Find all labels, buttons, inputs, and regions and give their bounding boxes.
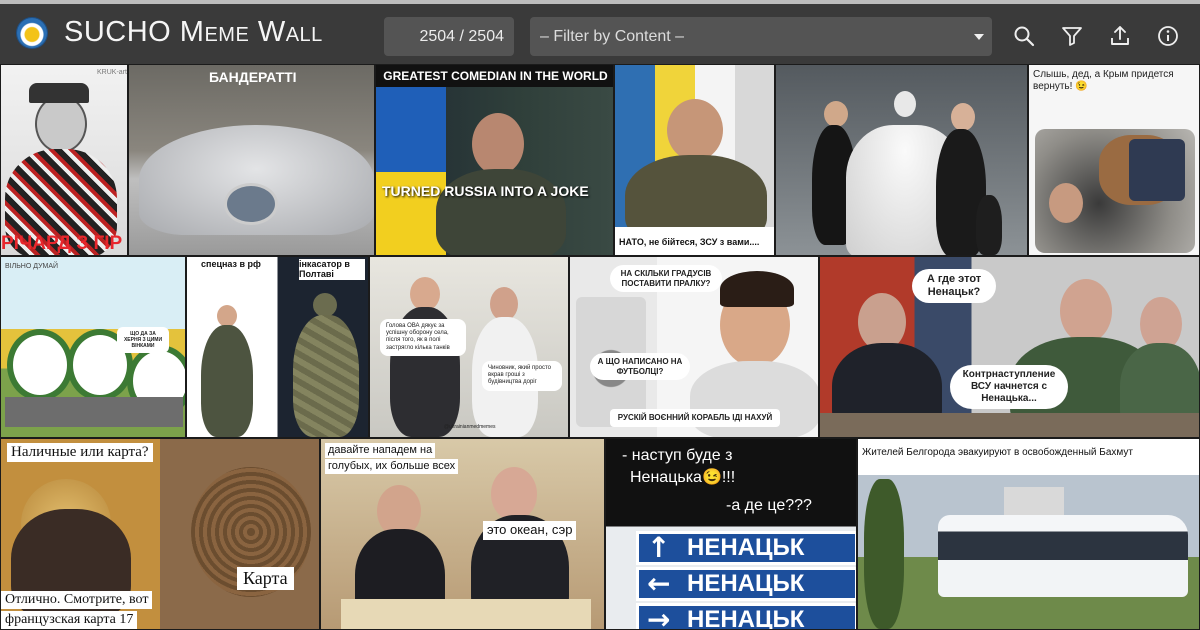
meme-tile[interactable]: Наличные или карта? Карта Отлично. Смотр… xyxy=(0,438,320,630)
meme-tile[interactable] xyxy=(775,64,1028,256)
meme-caption-right: інкасатор в Полтаві xyxy=(299,259,365,280)
filter-icon[interactable] xyxy=(1060,24,1084,48)
meme-caption: Слышь, дед, а Крым придется вернуть! 😉 xyxy=(1033,69,1174,92)
app-title: SUCHO Meme Wall xyxy=(64,16,323,48)
road-sign-text: НЕНАЦЬК xyxy=(687,534,805,561)
meme-caption-left: спецназ в рф xyxy=(201,259,261,269)
meme-tile[interactable]: НАТО, не бійтеся, ЗСУ з вами.... xyxy=(614,64,775,256)
meme-bubble: РУСКІЙ ВОЄННИЙ КОРАБЛЬ ІДІ НАХУЙ xyxy=(610,409,780,427)
meme-figure xyxy=(1049,183,1083,223)
content-filter-value: – Filter by Content – xyxy=(540,28,685,45)
meme-counter[interactable]: 2504 / 2504 xyxy=(384,17,514,56)
meme-tag: ВІЛЬНО ДУМАЙ xyxy=(5,263,59,270)
share-icon[interactable] xyxy=(1108,24,1132,48)
meme-caption-top: давайте нападем на xyxy=(325,443,436,458)
meme-figure xyxy=(951,103,975,131)
trident-emblem-icon xyxy=(224,183,278,225)
meme-figure xyxy=(894,91,916,117)
meme-tile[interactable]: спецназ в рф інкасатор в Полтаві xyxy=(186,256,369,438)
meme-figure xyxy=(293,315,359,437)
road-sign: → НЕНАЦЬК xyxy=(636,603,856,630)
arrow-up-icon: ↑ xyxy=(647,531,671,564)
meme-figure xyxy=(410,277,440,311)
meme-caption: - наступ буде з xyxy=(622,447,733,464)
meme-caption-bottom: французская карта 17 xyxy=(1,611,138,629)
meme-watermark: KRUK-art xyxy=(97,69,127,76)
meme-caption: -а де це??? xyxy=(726,497,812,514)
top-bar: SUCHO Meme Wall 2504 / 2504 – Filter by … xyxy=(0,0,1200,64)
meme-caption: Ненацька😉!!! xyxy=(630,469,736,486)
meme-graves xyxy=(5,397,183,427)
road-sign: ← НЕНАЦЬК xyxy=(636,567,856,601)
meme-bubble: НА СКІЛЬКИ ГРАДУСІВ ПОСТАВИТИ ПРАЛКУ? xyxy=(610,265,722,293)
content-filter-select[interactable]: – Filter by Content – xyxy=(530,17,992,56)
meme-bubble: А где этот Ненацьк? xyxy=(912,269,996,304)
meme-tile[interactable]: ВІЛЬНО ДУМАЙ ЩО ДА ЗА ХЕРНЯ З ЦИМИ ВІНКА… xyxy=(0,256,186,438)
meme-tile[interactable]: Слышь, дед, а Крым придется вернуть! 😉 xyxy=(1028,64,1200,256)
road-sign-text: НЕНАЦЬК xyxy=(687,570,805,597)
meme-bubble: Контрнаступление ВСУ начнется с Ненацька… xyxy=(950,365,1068,409)
meme-bus xyxy=(938,515,1188,597)
meme-caption: БАНДЕРАТТІ xyxy=(209,69,297,85)
meme-tile[interactable]: - наступ буде з Ненацька😉!!! -а де це???… xyxy=(605,438,857,630)
meme-caption-bottom: Отлично. Смотрите, вот xyxy=(1,591,153,610)
meme-figure xyxy=(976,195,1002,255)
meme-table xyxy=(820,413,1199,437)
meme-caption-right: это океан, сэр xyxy=(483,521,577,540)
meme-caption-top: GREATEST COMEDIAN IN THE WORLD xyxy=(376,65,613,87)
meme-caption-bottom: TURNED RUSSIA INTO A JOKE xyxy=(382,183,589,199)
info-icon[interactable] xyxy=(1156,24,1180,48)
sucho-logo-icon[interactable] xyxy=(17,18,47,48)
meme-bubble: Чиновник, який просто вкрав гроші з буді… xyxy=(482,361,562,391)
meme-figure xyxy=(313,293,337,317)
meme-tile[interactable]: А где этот Ненацьк? Контрнаступление ВСУ… xyxy=(819,256,1200,438)
arrow-left-icon: ← xyxy=(647,567,671,600)
meme-tile[interactable]: Голова ОВА дякує за успішну оборону села… xyxy=(369,256,569,438)
meme-bubble: А ЩО НАПИСАНО НА ФУТБОЛЦІ? xyxy=(590,353,690,381)
meme-figure xyxy=(29,83,89,103)
meme-figure xyxy=(1060,279,1112,343)
meme-watermark: @ukrainianmedmemes xyxy=(444,424,496,430)
arrow-right-icon: → xyxy=(647,603,671,630)
meme-tile[interactable]: GREATEST COMEDIAN IN THE WORLD TURNED RU… xyxy=(375,64,614,256)
road-sign-text: НЕНАЦЬК xyxy=(687,606,805,630)
meme-wreath xyxy=(7,329,73,401)
meme-map xyxy=(341,599,591,629)
meme-bubble: ЩО ДА ЗА ХЕРНЯ З ЦИМИ ВІНКАМИ xyxy=(117,327,169,353)
meme-figure xyxy=(491,467,537,521)
meme-caption: НАТО, не бійтеся, ЗСУ з вами.... xyxy=(615,227,774,255)
meme-bubble: Голова ОВА дякує за успішну оборону села… xyxy=(380,319,466,356)
meme-tile[interactable]: Жителей Белгорода эвакуируют в освобожде… xyxy=(857,438,1200,630)
meme-figure xyxy=(217,305,237,327)
meme-caption-top: голубых, их больше всех xyxy=(325,459,459,474)
meme-figure xyxy=(824,101,848,127)
meme-hair xyxy=(720,271,794,307)
search-icon[interactable] xyxy=(1012,24,1036,48)
meme-caption-middle: Карта xyxy=(237,567,294,590)
meme-figure xyxy=(201,325,253,437)
chevron-down-icon xyxy=(974,34,984,40)
meme-figure xyxy=(472,113,524,175)
meme-tree xyxy=(864,479,904,629)
meme-figure xyxy=(667,99,723,161)
meme-tile[interactable]: давайте нападем на голубых, их больше вс… xyxy=(320,438,605,630)
meme-tile[interactable]: НА СКІЛЬКИ ГРАДУСІВ ПОСТАВИТИ ПРАЛКУ? А … xyxy=(569,256,819,438)
meme-figure xyxy=(490,287,518,321)
meme-wall: РІЧАРД З ГІР KRUK-art БАНДЕРАТТІ GREATES… xyxy=(0,64,1200,630)
meme-tile[interactable]: РІЧАРД З ГІР KRUK-art xyxy=(0,64,128,256)
meme-caption: Жителей Белгорода эвакуируют в освобожде… xyxy=(862,447,1133,458)
road-sign: ↑ НЕНАЦЬК xyxy=(636,531,856,565)
meme-tile[interactable]: БАНДЕРАТТІ xyxy=(128,64,375,256)
meme-caption-top: Наличные или карта? xyxy=(7,443,153,463)
meme-vest xyxy=(1129,139,1185,201)
meme-caption: РІЧАРД З ГІР xyxy=(1,233,123,254)
meme-figure xyxy=(35,95,87,153)
